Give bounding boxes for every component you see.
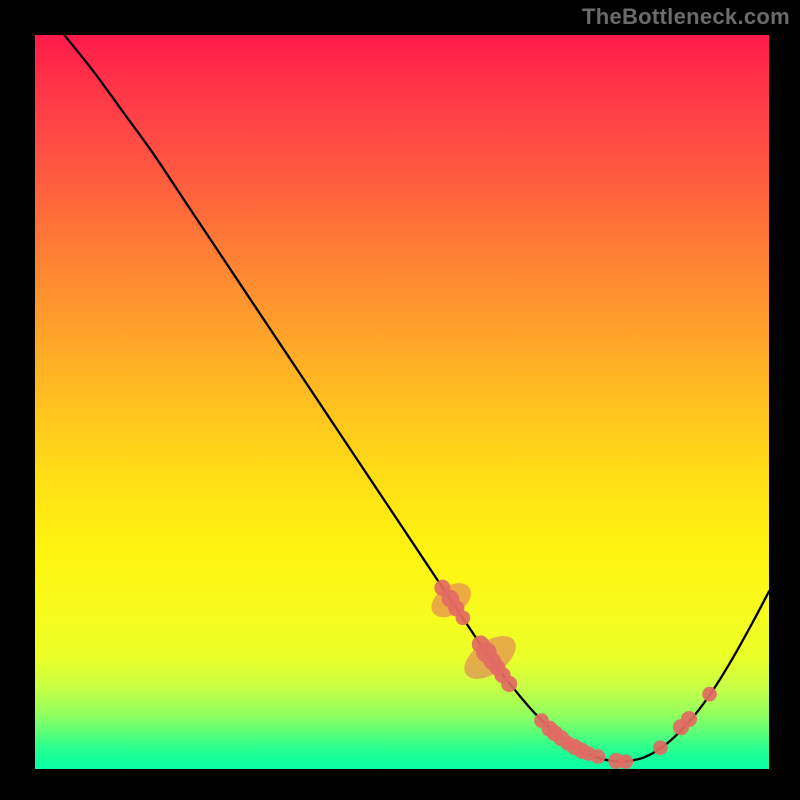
curve-layer <box>64 35 769 762</box>
data-marker <box>619 754 634 769</box>
data-marker <box>501 676 517 692</box>
data-marker <box>681 711 697 727</box>
data-marker <box>702 687 717 702</box>
chart-svg <box>35 35 769 769</box>
chart-frame: TheBottleneck.com <box>0 0 800 800</box>
data-marker <box>591 749 606 764</box>
plot-area <box>35 35 769 769</box>
watermark-text: TheBottleneck.com <box>582 4 790 30</box>
bottleneck-curve <box>64 35 769 762</box>
data-marker <box>653 740 668 755</box>
data-marker <box>456 610 471 625</box>
